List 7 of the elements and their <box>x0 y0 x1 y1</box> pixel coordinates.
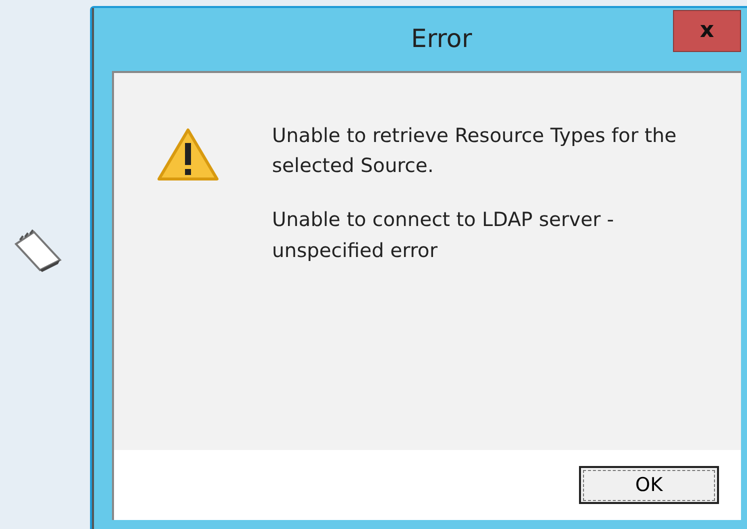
warning-icon <box>156 127 220 183</box>
message-text: Unable to retrieve Resource Types for the selected Source. <box>272 123 678 180</box>
close-button[interactable]: x <box>673 10 741 52</box>
window-title: Error <box>411 23 472 55</box>
ok-button[interactable]: OK <box>579 466 719 504</box>
message-text: Unable to connect to LDAP server - unspecified error <box>272 207 615 264</box>
notepad-icon <box>12 228 62 272</box>
